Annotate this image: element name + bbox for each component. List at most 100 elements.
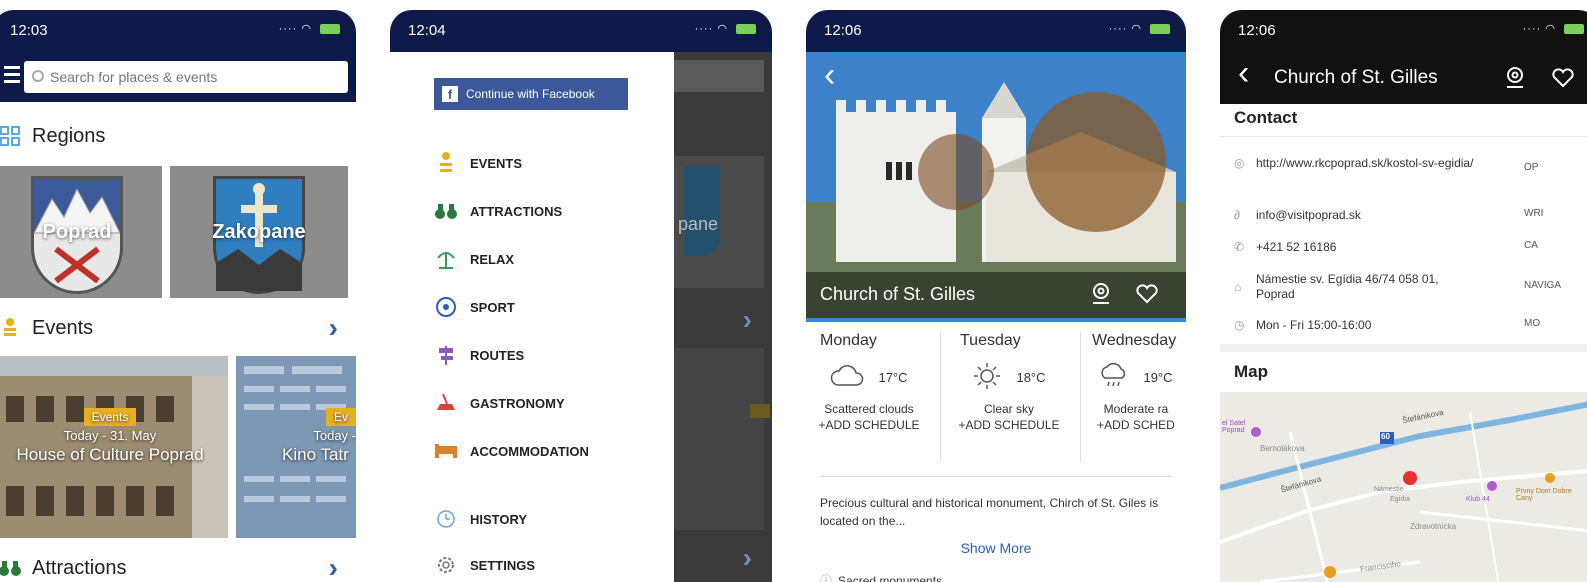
screen-detail: 12:06 ···· ◠ ‹ Church of St. Gilles Mond… — [806, 10, 1186, 582]
menu-label: RELAX — [470, 251, 515, 267]
contact-row-phone[interactable]: ✆ +421 52 16186 CA — [1234, 240, 1587, 256]
battery-icon — [1564, 24, 1584, 35]
dimmed-tile: pane — [674, 156, 764, 288]
category-row: ⓘ Sacred monuments — [820, 572, 942, 582]
menu-label: HISTORY — [470, 511, 528, 527]
hamburger-menu-icon[interactable] — [4, 66, 20, 83]
map-label: 60 — [1381, 432, 1390, 441]
weather-temp: 18°C — [1016, 369, 1046, 385]
chevron-right-icon[interactable]: › — [329, 552, 338, 582]
attractions-header[interactable]: Attractions › — [0, 542, 356, 582]
add-schedule-button[interactable]: +ADD SCHEDULE — [946, 418, 1072, 432]
menu-label: SETTINGS — [470, 557, 536, 573]
battery-icon — [736, 24, 756, 35]
back-icon[interactable]: ‹ — [1238, 54, 1249, 93]
weather-day: Tuesday 18°C Clear sky +ADD SCHEDULE — [946, 332, 1072, 462]
weather-day-name: Wednesday — [1092, 332, 1177, 349]
menu-label: GASTRONOMY — [470, 395, 565, 411]
menu-item-events[interactable]: EVENTS — [434, 148, 522, 178]
menu-item-accommodation[interactable]: ACCOMMODATION — [434, 436, 589, 466]
menu-label: ATTRACTIONS — [470, 203, 563, 219]
chevron-right-icon: › — [742, 304, 752, 335]
contact-action[interactable]: MO — [1524, 318, 1540, 329]
palm-icon — [434, 247, 458, 271]
screen-home: 12:03 ···· ◠ Regions Poprad — [0, 10, 356, 582]
add-schedule-button[interactable]: +ADD SCHED — [1086, 418, 1186, 432]
map-label: el Satel Poprad — [1222, 420, 1246, 434]
region-tile-zakopane[interactable]: Zakopane — [170, 166, 348, 298]
dimmed-event — [674, 348, 770, 530]
attractions-title: Attractions — [32, 556, 127, 579]
side-drawer: f Continue with Facebook EVENTS ATTRACTI… — [390, 52, 674, 582]
weather-day: Wednesday 19°C Moderate ra +ADD SCHED — [1086, 332, 1186, 462]
contact-row-email[interactable]: ∂ info@visitpoprad.sk WRI — [1234, 208, 1587, 224]
event-name: House of Culture Poprad — [16, 445, 204, 464]
bed-icon — [434, 439, 458, 463]
heart-icon[interactable] — [1552, 68, 1574, 88]
weather-day-name: Monday — [820, 332, 877, 349]
search-input[interactable] — [24, 61, 348, 93]
menu-item-settings[interactable]: SETTINGS — [434, 550, 535, 580]
menu-label: ROUTES — [470, 347, 525, 363]
weather-desc: Clear sky — [983, 402, 1034, 416]
contact-row-address[interactable]: ⌂ Námestie sv. Egídia 46/74 058 01, Popr… — [1234, 272, 1587, 302]
add-schedule-button[interactable]: +ADD SCHEDULE — [806, 418, 932, 432]
menu-label: ACCOMMODATION — [470, 443, 589, 459]
facebook-login-button[interactable]: f Continue with Facebook — [434, 78, 628, 110]
back-icon[interactable]: ‹ — [824, 56, 835, 95]
cloud-icon — [830, 364, 864, 390]
weather-desc: Scattered clouds — [824, 402, 914, 416]
heart-icon[interactable] — [1136, 284, 1158, 304]
contact-row-hours[interactable]: ◷ Mon - Fri 15:00-16:00 MO — [1234, 318, 1587, 334]
map-label: Prvny Dom Dobre Cany — [1516, 488, 1572, 502]
region-tile-poprad[interactable]: Poprad — [0, 166, 162, 298]
location-pin-icon[interactable] — [1504, 66, 1526, 90]
weather-temp: 19°C — [1143, 369, 1173, 385]
map-title: Map — [1234, 362, 1268, 381]
events-icon — [434, 151, 458, 175]
gear-icon — [434, 553, 458, 577]
events-title: Events — [32, 316, 94, 339]
dimmed-background[interactable]: pane › › — [674, 52, 772, 582]
info-icon: ⓘ — [820, 574, 833, 582]
menu-item-history[interactable]: HISTORY — [434, 504, 527, 534]
menu-item-sport[interactable]: SPORT — [434, 292, 515, 322]
chevron-right-icon[interactable]: › — [329, 312, 338, 344]
menu-item-gastronomy[interactable]: GASTRONOMY — [434, 388, 565, 418]
location-pin-icon[interactable] — [1090, 282, 1112, 306]
contact-action[interactable]: NAVIGA — [1524, 280, 1561, 291]
binoculars-icon — [434, 199, 458, 223]
contact-action[interactable]: OP — [1524, 162, 1538, 173]
status-time: 12:06 — [824, 22, 862, 39]
ball-icon — [434, 295, 458, 319]
contact-action[interactable]: WRI — [1524, 208, 1543, 219]
map-view[interactable]: Štefánikova Štefánikova Bernolákova Fran… — [1220, 392, 1587, 582]
contact-action[interactable]: CA — [1524, 240, 1538, 251]
menu-label: SPORT — [470, 299, 515, 315]
menu-item-relax[interactable]: RELAX — [434, 244, 514, 274]
event-date: Today - 31. May — [63, 428, 157, 443]
contact-row-website[interactable]: ◎ http://www.rkcpoprad.sk/kostol-sv-egid… — [1234, 156, 1587, 173]
screen-contact: 12:06 ···· ◠ ‹ Church of St. Gilles Cont… — [1220, 10, 1587, 582]
signal-icon: ···· ◠ — [1523, 22, 1584, 35]
event-card[interactable]: Ev Today - Kino Tatr — [236, 356, 356, 538]
phone-icon: ✆ — [1234, 240, 1245, 254]
chevron-right-icon: › — [742, 542, 752, 573]
hero-image: ‹ Church of St. Gilles — [806, 52, 1186, 322]
menu-item-attractions[interactable]: ATTRACTIONS — [434, 196, 562, 226]
status-bar: 12:06 ···· ◠ — [806, 10, 1186, 52]
nav-bar: ‹ Church of St. Gilles — [1220, 52, 1587, 104]
search-icon — [32, 70, 44, 82]
events-header[interactable]: Events › — [0, 302, 356, 354]
facebook-label: Continue with Facebook — [466, 87, 595, 101]
event-caption: Ev Today - Kino Tatr — [236, 408, 356, 465]
menu-label: EVENTS — [470, 155, 523, 171]
events-icon — [0, 316, 22, 340]
nav-title: Church of St. Gilles — [1274, 67, 1438, 88]
signal-icon: ···· ◠ — [279, 22, 340, 35]
weather-day-name: Tuesday — [960, 332, 1021, 349]
rain-cloud-icon — [1099, 362, 1129, 393]
event-card[interactable]: Events Today - 31. May House of Culture … — [0, 356, 228, 538]
menu-item-routes[interactable]: ROUTES — [434, 340, 524, 370]
show-more-link[interactable]: Show More — [806, 540, 1186, 556]
